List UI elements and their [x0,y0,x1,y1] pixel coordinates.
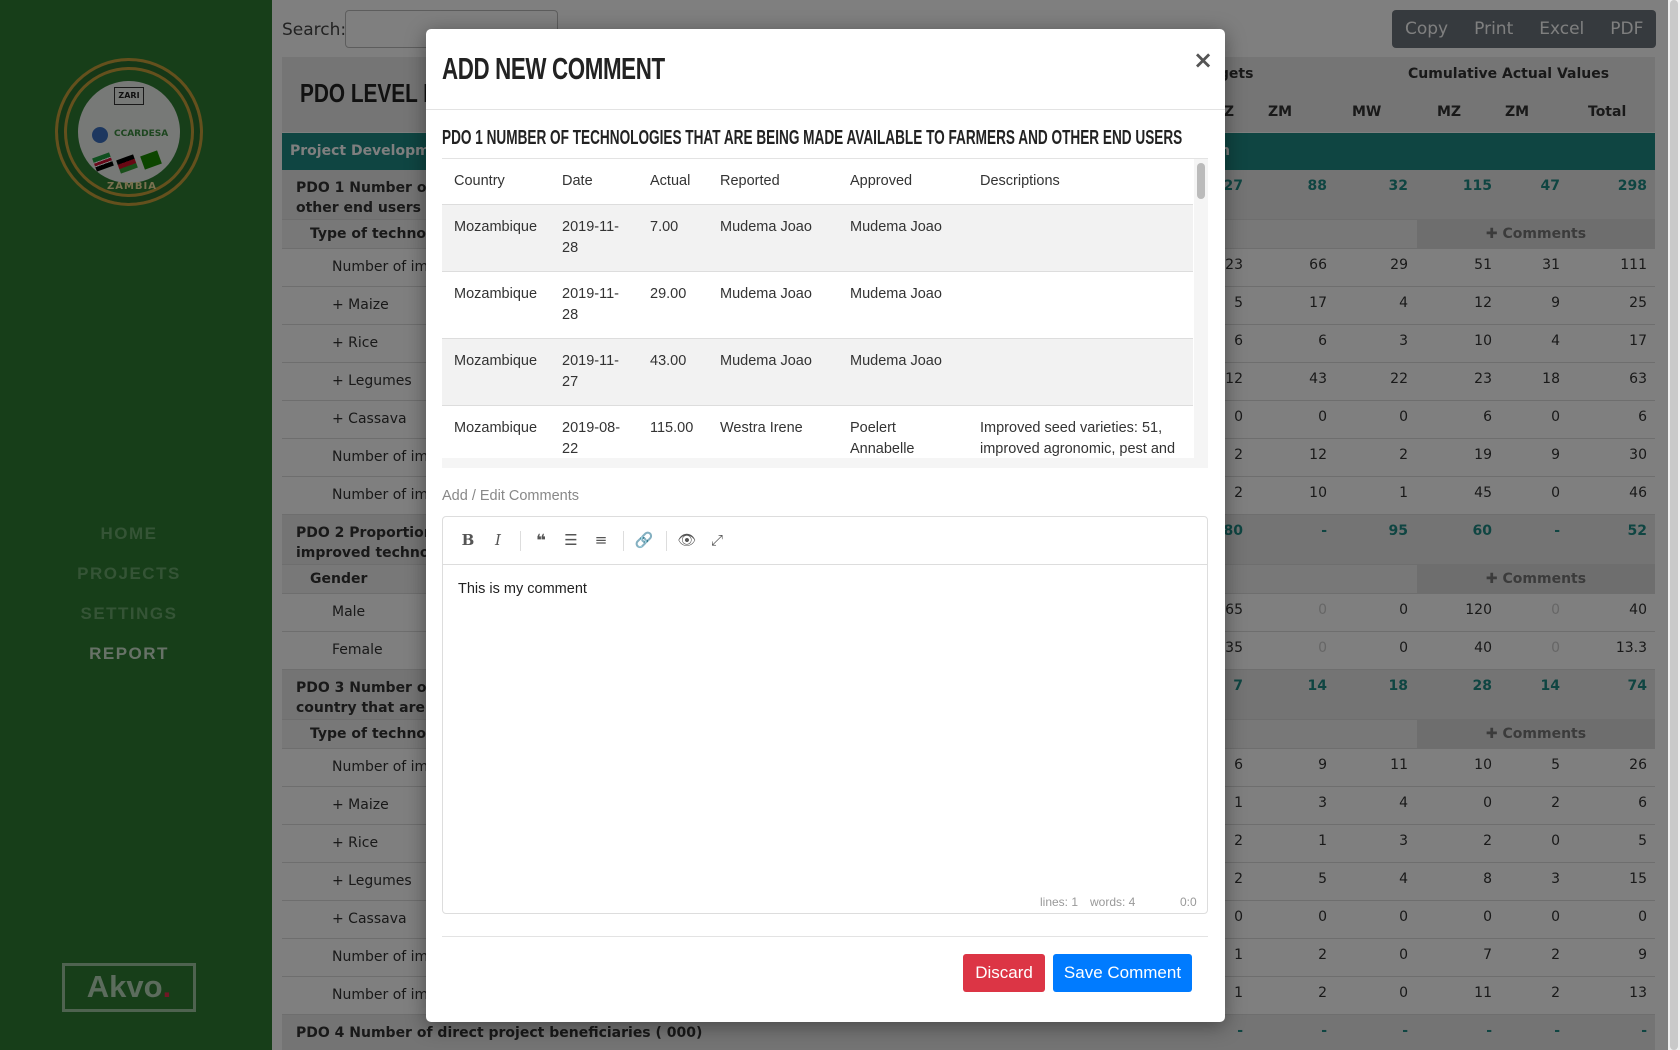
status-words: words: 4 [1090,895,1136,909]
bold-icon[interactable]: B [458,531,478,549]
cell-actual: 115.00 [650,420,694,436]
cell-date-line2: 22 [562,441,579,457]
col-approved: Approved [850,173,913,189]
cell-actual: 7.00 [650,219,679,235]
cell-date: 2019-08- [562,420,621,436]
cell-date: 2019-11- [562,353,619,369]
cell-reported: Mudema Joao [720,219,812,235]
cell-reported: Mudema Joao [720,353,812,369]
cell-desc: Improved seed varieties: 51, [980,420,1163,436]
fullscreen-icon[interactable]: ⤢ [707,531,727,549]
cell-desc-line2: improved agronomic, pest and [980,441,1176,457]
cell-approved: Poelert [850,420,896,436]
indicator-title: PDO 1 NUMBER OF TECHNOLOGIES THAT ARE BE… [442,127,1183,149]
comment-row: Mozambique 2019-11- 28 7.00 Mudema Joao Mudem… [442,205,1193,272]
preview-icon[interactable]: 👁 [677,531,697,549]
cell-date: 2019-11- [562,219,619,235]
modal-footer-divider [442,936,1208,937]
cell-country: Mozambique [454,219,538,235]
toolbar-separator [520,531,521,551]
link-icon[interactable]: 🔗 [634,531,654,549]
ordered-list-icon[interactable]: ≡ [591,531,611,549]
toolbar-separator [623,531,624,551]
comment-editor[interactable]: B I ❝ ☰ ≡ 🔗 👁 ⤢ This is my comment [442,516,1208,914]
cell-date-line2: 28 [562,240,579,256]
add-comment-modal: ADD NEW COMMENT × PDO 1 NUMBER OF TECHNO… [426,29,1225,1022]
comments-table: Country Date Actual Reported Approved De… [442,158,1208,468]
quote-icon[interactable]: ❝ [531,531,551,551]
unordered-list-icon[interactable]: ☰ [561,531,581,549]
cell-country: Mozambique [454,420,538,436]
cell-reported: Westra Irene [720,420,803,436]
comment-row: Mozambique 2019-11- 27 43.00 Mudema Joao Mude… [442,339,1193,406]
cell-actual: 43.00 [650,353,687,369]
col-date: Date [562,173,593,189]
status-lines: lines: 1 [1040,895,1079,909]
editor-toolbar: B I ❝ ☰ ≡ 🔗 👁 ⤢ [443,517,1207,565]
modal-title: ADD NEW COMMENT [442,51,665,86]
col-actual: Actual [650,173,691,189]
cell-approved: Mudema Joao [850,353,942,369]
modal-divider [426,109,1225,110]
col-descriptions: Descriptions [980,173,1060,189]
discard-button[interactable]: Discard [963,954,1045,992]
table-horizontal-scrollbar[interactable] [442,458,1194,468]
add-edit-label: Add / Edit Comments [442,488,579,504]
cell-date-line2: 27 [562,374,579,390]
table-vertical-scrollbar[interactable] [1194,159,1208,468]
cell-actual: 29.00 [650,286,687,302]
comment-row: Mozambique 2019-11- 28 29.00 Mudema Joao Mude… [442,272,1193,339]
cell-date: 2019-11- [562,286,619,302]
italic-icon[interactable]: I [488,531,508,549]
cell-country: Mozambique [454,286,538,302]
col-reported: Reported [720,173,780,189]
cell-approved-line2: Annabelle [850,441,915,457]
status-cursor: 0:0 [1180,895,1197,909]
close-icon[interactable]: × [1193,46,1213,74]
cell-reported: Mudema Joao [720,286,812,302]
save-comment-button[interactable]: Save Comment [1053,954,1192,992]
page-scrollbar-thumb[interactable] [1670,0,1678,1050]
table-scroll-thumb[interactable] [1197,163,1205,199]
editor-content[interactable]: This is my comment [458,581,587,597]
comments-table-header: Country Date Actual Reported Approved De… [442,159,1193,205]
cell-approved: Mudema Joao [850,286,942,302]
cell-country: Mozambique [454,353,538,369]
cell-date-line2: 28 [562,307,579,323]
cell-approved: Mudema Joao [850,219,942,235]
col-country: Country [454,173,505,189]
toolbar-separator [666,531,667,551]
